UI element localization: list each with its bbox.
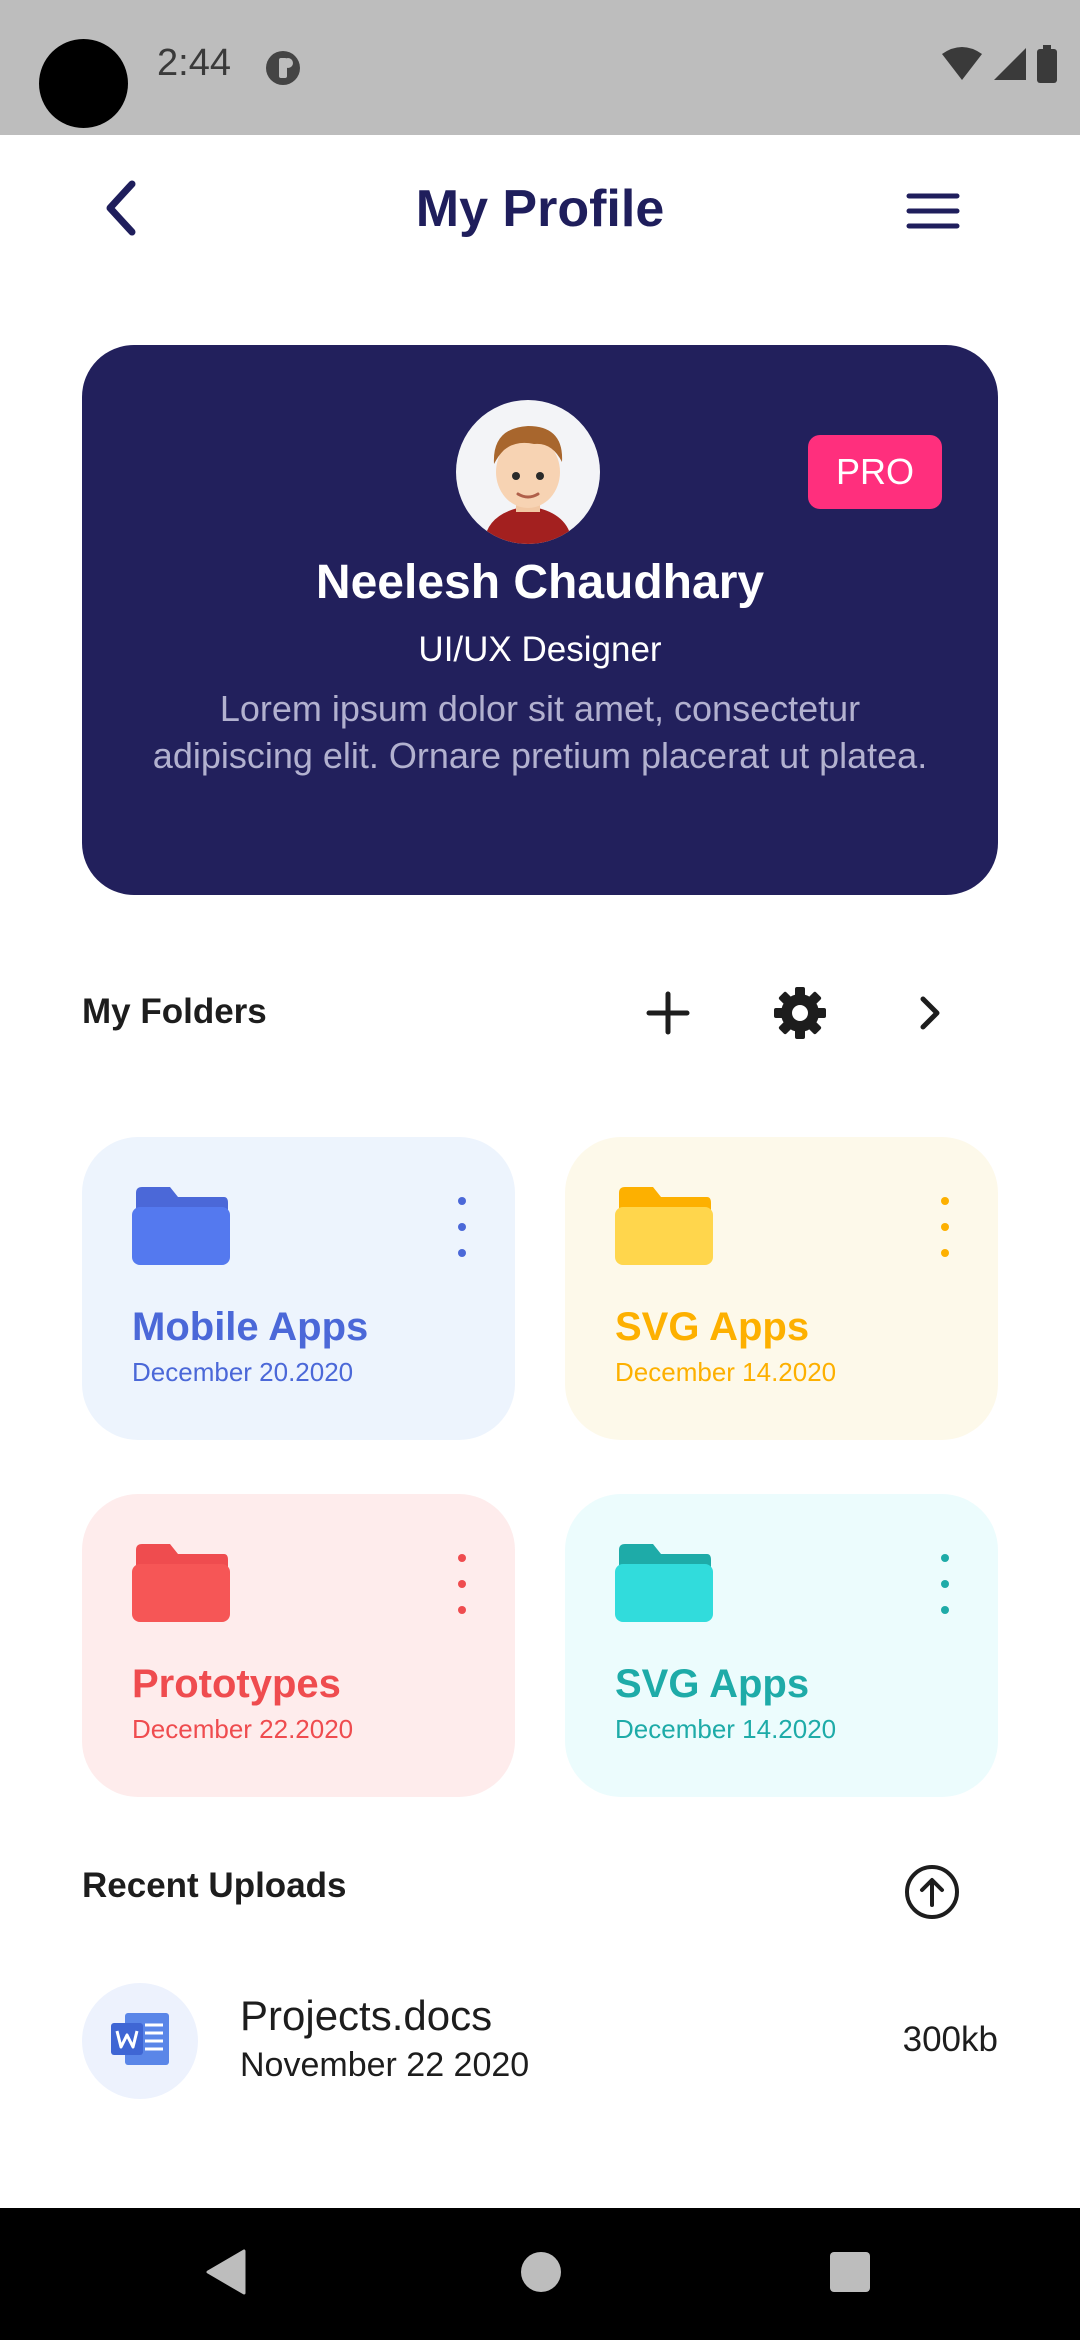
app-bar: My Profile <box>0 135 1080 290</box>
nav-home-button[interactable] <box>515 2248 567 2300</box>
file-icon-container <box>82 1983 198 2099</box>
upload-circle-icon <box>903 1863 961 1926</box>
folder-card[interactable]: Prototypes December 22.2020 <box>82 1494 515 1797</box>
folder-icon <box>132 1185 230 1270</box>
folder-name: Prototypes <box>132 1662 341 1706</box>
nav-recents-button[interactable] <box>824 2248 876 2300</box>
gear-icon <box>772 985 828 1046</box>
profile-name: Neelesh Chaudhary <box>315 556 765 609</box>
folder-date: December 14.2020 <box>615 1357 837 1387</box>
avatar[interactable] <box>456 400 600 544</box>
upload-button[interactable] <box>900 1862 964 1926</box>
status-right-group <box>940 45 1058 88</box>
circle-home-icon <box>519 2250 563 2299</box>
square-recents-icon <box>829 2251 871 2298</box>
folder-icon <box>615 1185 713 1270</box>
wifi-icon <box>940 46 984 87</box>
add-folder-button[interactable] <box>638 985 698 1045</box>
notification-app-icon <box>264 49 302 92</box>
folder-options-button[interactable] <box>925 1554 965 1614</box>
folder-icon <box>132 1542 230 1627</box>
battery-icon <box>1036 45 1058 88</box>
menu-button[interactable] <box>895 183 970 243</box>
folder-options-button[interactable] <box>442 1554 482 1614</box>
folder-date: December 20.2020 <box>132 1357 354 1387</box>
folder-date: December 22.2020 <box>132 1714 354 1744</box>
folder-card[interactable]: SVG Apps December 14.2020 <box>565 1137 998 1440</box>
profile-card: PRO Neelesh Chaudhary UI/UX Designer Lor… <box>82 345 998 895</box>
nav-back-button[interactable] <box>200 2248 252 2300</box>
system-nav-bar <box>0 2208 1080 2340</box>
file-name: Projects.docs <box>240 1992 493 2039</box>
file-size: 300kb <box>902 2020 998 2059</box>
signal-icon <box>992 46 1028 87</box>
pro-badge: PRO <box>808 435 942 509</box>
folder-icon <box>615 1542 713 1627</box>
chevron-right-icon <box>917 993 943 1038</box>
folder-card[interactable]: SVG Apps December 14.2020 <box>565 1494 998 1797</box>
folders-more-button[interactable] <box>905 985 955 1045</box>
folder-name: SVG Apps <box>615 1662 810 1706</box>
triangle-back-icon <box>204 2249 248 2300</box>
profile-role: UI/UX Designer <box>418 630 662 669</box>
folder-options-button[interactable] <box>925 1197 965 1257</box>
uploads-section-title: Recent Uploads <box>82 1866 347 1905</box>
plus-icon <box>646 991 690 1040</box>
status-bar: 2:44 <box>0 0 1080 135</box>
folder-name: SVG Apps <box>615 1305 810 1349</box>
folder-card[interactable]: Mobile Apps December 20.2020 <box>82 1137 515 1440</box>
list-item[interactable]: Projects.docs November 22 2020 300kb <box>82 1980 998 2100</box>
status-time: 2:44 <box>157 42 231 84</box>
profile-bio: Lorem ipsum dolor sit amet, consectetur … <box>152 688 928 776</box>
folder-options-button[interactable] <box>442 1197 482 1257</box>
folder-date: December 14.2020 <box>615 1714 837 1744</box>
folder-settings-button[interactable] <box>768 985 832 1045</box>
folders-section-title: My Folders <box>82 992 267 1031</box>
word-document-icon <box>109 2011 171 2072</box>
camera-cutout <box>39 39 128 128</box>
file-date: November 22 2020 <box>240 2046 530 2084</box>
folder-name: Mobile Apps <box>132 1305 369 1349</box>
hamburger-icon <box>906 191 960 236</box>
